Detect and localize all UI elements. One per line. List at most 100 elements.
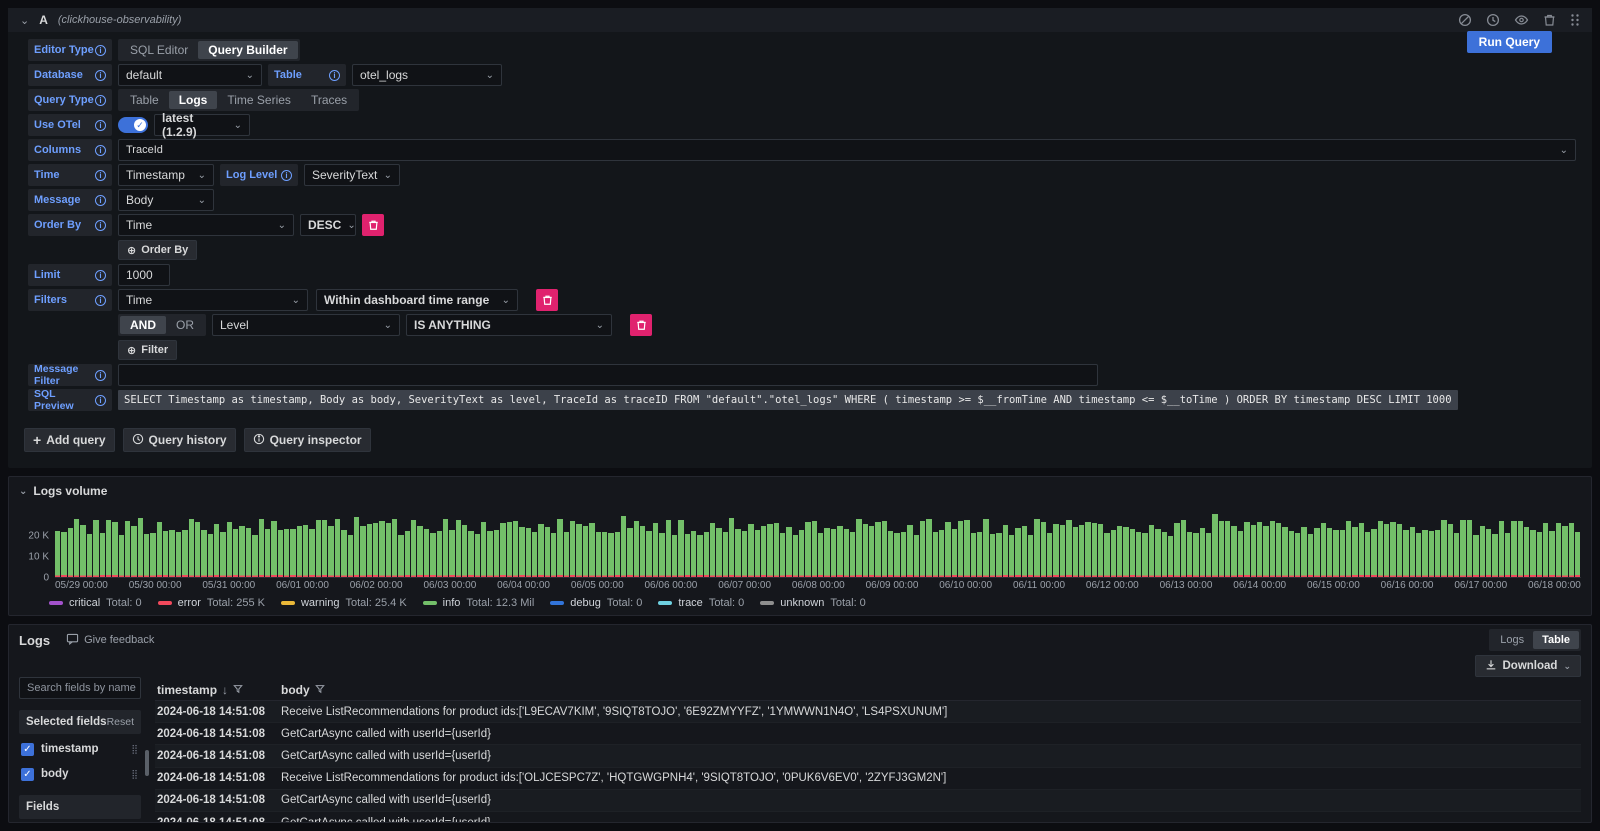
volume-bar[interactable] <box>398 535 403 577</box>
volume-bar[interactable] <box>1543 523 1548 577</box>
info-icon[interactable]: i <box>95 195 106 206</box>
volume-bar[interactable] <box>157 522 162 577</box>
info-icon[interactable]: i <box>95 170 106 181</box>
volume-bar[interactable] <box>1480 526 1485 577</box>
drag-handle-icon[interactable] <box>1570 13 1580 27</box>
volume-bar[interactable] <box>1092 523 1097 577</box>
volume-bar[interactable] <box>793 535 798 577</box>
volume-bar[interactable] <box>1505 533 1510 577</box>
volume-bar[interactable] <box>678 520 683 577</box>
volume-bar[interactable] <box>182 530 187 577</box>
volume-bar[interactable] <box>1473 535 1478 577</box>
volume-bar[interactable] <box>837 526 842 577</box>
volume-bar[interactable] <box>519 527 524 577</box>
volume-bar[interactable] <box>1079 525 1084 577</box>
volume-bar[interactable] <box>831 529 836 577</box>
volume-bar[interactable] <box>1225 521 1230 577</box>
filter-icon[interactable] <box>315 683 325 697</box>
volume-bar[interactable] <box>1295 533 1300 577</box>
volume-bar[interactable] <box>856 519 861 577</box>
volume-bar[interactable] <box>1314 528 1319 577</box>
volume-bar[interactable] <box>608 533 613 577</box>
volume-bar[interactable] <box>901 532 906 577</box>
time-column-select[interactable]: Timestamp⌄ <box>118 164 214 186</box>
volume-bar[interactable] <box>1155 529 1160 577</box>
volume-bar[interactable] <box>659 533 664 577</box>
volume-bar[interactable] <box>1352 527 1357 577</box>
legend-item-trace[interactable]: traceTotal: 0 <box>658 597 744 609</box>
volume-bar[interactable] <box>596 532 601 577</box>
volume-bar[interactable] <box>233 529 238 577</box>
volume-bar[interactable] <box>729 518 734 577</box>
volume-bar[interactable] <box>844 529 849 577</box>
volume-bar[interactable] <box>1073 527 1078 577</box>
volume-bar[interactable] <box>328 526 333 577</box>
volume-bar[interactable] <box>1416 533 1421 577</box>
volume-bar[interactable] <box>513 521 518 577</box>
order-by-direction-select[interactable]: DESC⌄ <box>300 214 356 236</box>
log-level-select[interactable]: SeverityText⌄ <box>304 164 400 186</box>
field-checkbox[interactable]: ✓ <box>21 768 34 781</box>
volume-bar[interactable] <box>1454 533 1459 577</box>
volume-bar[interactable] <box>252 535 257 577</box>
volume-bar[interactable] <box>977 532 982 577</box>
info-icon[interactable]: i <box>281 170 292 181</box>
volume-bar[interactable] <box>1047 533 1052 577</box>
volume-bar[interactable] <box>748 524 753 577</box>
volume-bar[interactable] <box>1378 521 1383 577</box>
volume-bar[interactable] <box>1219 521 1224 577</box>
volume-bar[interactable] <box>627 528 632 577</box>
volume-bar[interactable] <box>1365 532 1370 577</box>
run-query-button[interactable]: Run Query <box>1467 31 1552 53</box>
volume-bar[interactable] <box>545 527 550 577</box>
volume-bar[interactable] <box>914 535 919 577</box>
volume-bar[interactable] <box>208 534 213 577</box>
volume-bar[interactable] <box>1276 523 1281 577</box>
volume-bar[interactable] <box>869 526 874 577</box>
legend-item-warning[interactable]: warningTotal: 25.4 K <box>281 597 407 609</box>
volume-bar[interactable] <box>933 532 938 577</box>
info-icon[interactable]: i <box>95 295 106 306</box>
volume-bar[interactable] <box>926 519 931 577</box>
volume-bar[interactable] <box>964 520 969 577</box>
volume-bar[interactable] <box>481 522 486 577</box>
volume-bar[interactable] <box>1403 530 1408 577</box>
volume-bar[interactable] <box>150 533 155 577</box>
volume-bar[interactable] <box>1321 523 1326 577</box>
volume-bar[interactable] <box>1569 523 1574 577</box>
otel-version-select[interactable]: latest (1.2.9)⌄ <box>154 114 250 136</box>
volume-bar[interactable] <box>507 522 512 577</box>
view-option-table[interactable]: Table <box>1533 631 1579 649</box>
volume-bar[interactable] <box>526 528 531 577</box>
volume-bar[interactable] <box>1486 529 1491 577</box>
volume-bar[interactable] <box>1371 529 1376 577</box>
search-fields-input[interactable]: Search fields by name <box>19 677 141 699</box>
volume-bar[interactable] <box>576 524 581 577</box>
volume-bar[interactable] <box>532 532 537 577</box>
volume-bar[interactable] <box>1435 530 1440 577</box>
volume-bar[interactable] <box>449 530 454 577</box>
volume-bar[interactable] <box>119 535 124 577</box>
volume-bar[interactable] <box>417 526 422 577</box>
volume-bar[interactable] <box>685 534 690 577</box>
volume-bar[interactable] <box>875 522 880 577</box>
volume-bar[interactable] <box>494 530 499 577</box>
volume-bar[interactable] <box>786 527 791 577</box>
volume-bar[interactable] <box>87 534 92 577</box>
volume-bar[interactable] <box>1117 526 1122 577</box>
table-select[interactable]: otel_logs⌄ <box>352 64 502 86</box>
legend-item-error[interactable]: errorTotal: 255 K <box>158 597 265 609</box>
info-icon[interactable]: i <box>95 270 106 281</box>
query-type-option-traces[interactable]: Traces <box>301 91 357 109</box>
filter-icon[interactable] <box>233 683 243 697</box>
log-table-row[interactable]: 2024-06-18 14:51:08GetCartAsync called w… <box>155 812 1581 822</box>
volume-bar[interactable] <box>1460 520 1465 577</box>
volume-bar[interactable] <box>538 524 543 577</box>
volume-bar[interactable] <box>437 531 442 577</box>
legend-item-unknown[interactable]: unknownTotal: 0 <box>760 597 866 609</box>
volume-bar[interactable] <box>1263 526 1268 577</box>
volume-bar[interactable] <box>882 521 887 577</box>
add-filter-button[interactable]: ⊕Filter <box>118 340 177 360</box>
volume-bar[interactable] <box>1511 521 1516 577</box>
volume-bar[interactable] <box>570 521 575 577</box>
